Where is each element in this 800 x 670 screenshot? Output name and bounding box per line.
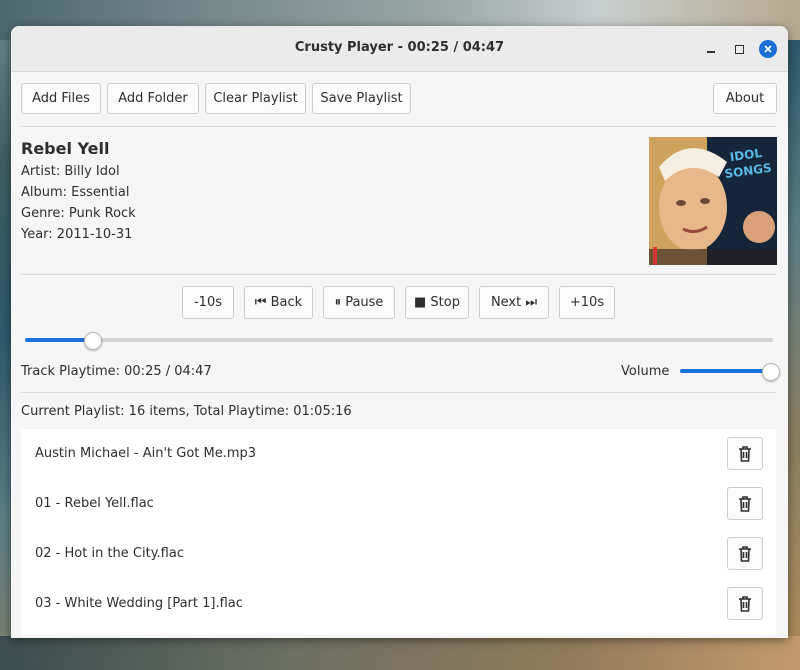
track-playtime: Track Playtime: 00:25 / 04:47 [21,364,212,379]
minimize-button[interactable] [701,39,721,59]
maximize-icon [734,44,744,54]
album-cover: IDOL SONGS [649,137,777,265]
delete-item-button[interactable] [727,487,763,520]
trash-icon [739,545,751,562]
next-button[interactable]: Next ⏭ [479,286,549,319]
add-files-button[interactable]: Add Files [21,83,101,114]
playlist-summary: Current Playlist: 16 items, Total Playti… [21,404,352,419]
playlist-row[interactable]: 01 - Rebel Yell.flac [21,479,776,529]
forward-10s-button[interactable]: +10s [559,286,615,319]
divider [21,126,776,127]
track-title: Rebel Yell [21,139,110,158]
playlist-row[interactable]: Austin Michael - Ain't Got Me.mp3 [21,429,776,479]
playlist-row[interactable]: 02 - Hot in the City.flac [21,529,776,579]
volume-fill [680,369,770,373]
minimize-icon [707,51,715,53]
clear-playlist-button[interactable]: Clear Playlist [205,83,306,114]
track-artist: Artist: Billy Idol [21,164,120,179]
close-button[interactable] [758,39,778,59]
progress-fill [25,338,93,342]
playlist-item-label: 02 - Hot in the City.flac [35,546,184,561]
back-button[interactable]: ⏮ Back [244,286,313,319]
save-playlist-button[interactable]: Save Playlist [312,83,411,114]
delete-item-button[interactable] [727,437,763,470]
rewind-10s-button[interactable]: -10s [182,286,234,319]
delete-item-button[interactable] [727,537,763,570]
track-year: Year: 2011-10-31 [21,227,133,242]
about-button[interactable]: About [713,83,777,114]
volume-slider[interactable] [680,369,770,373]
divider [21,392,776,393]
volume-label: Volume [621,364,670,379]
pause-button[interactable]: ⏸ Pause [323,286,395,319]
playlist[interactable]: Austin Michael - Ain't Got Me.mp3 01 - R… [21,429,776,635]
track-album: Album: Essential [21,185,130,200]
trash-icon [739,445,751,462]
volume-handle[interactable] [762,363,780,381]
playlist-item-label: 03 - White Wedding [Part 1].flac [35,596,243,611]
playlist-item-label: Austin Michael - Ain't Got Me.mp3 [35,446,257,461]
delete-item-button[interactable] [727,587,763,620]
maximize-button[interactable] [729,39,749,59]
trash-icon [739,595,751,612]
app-window: Crusty Player - 00:25 / 04:47 Add Files … [11,26,788,638]
window-title: Crusty Player - 00:25 / 04:47 [294,40,505,55]
track-genre: Genre: Punk Rock [21,206,136,221]
close-icon [759,40,777,58]
desktop-background-bottom [0,636,800,670]
progress-handle[interactable] [84,332,103,350]
titlebar[interactable]: Crusty Player - 00:25 / 04:47 [11,26,788,72]
progress-slider[interactable] [25,338,773,342]
divider [21,274,776,275]
trash-icon [739,495,751,512]
stop-button[interactable]: ■ Stop [405,286,469,319]
playlist-row[interactable]: 03 - White Wedding [Part 1].flac [21,579,776,629]
playlist-item-label: 01 - Rebel Yell.flac [35,496,154,511]
add-folder-button[interactable]: Add Folder [107,83,199,114]
